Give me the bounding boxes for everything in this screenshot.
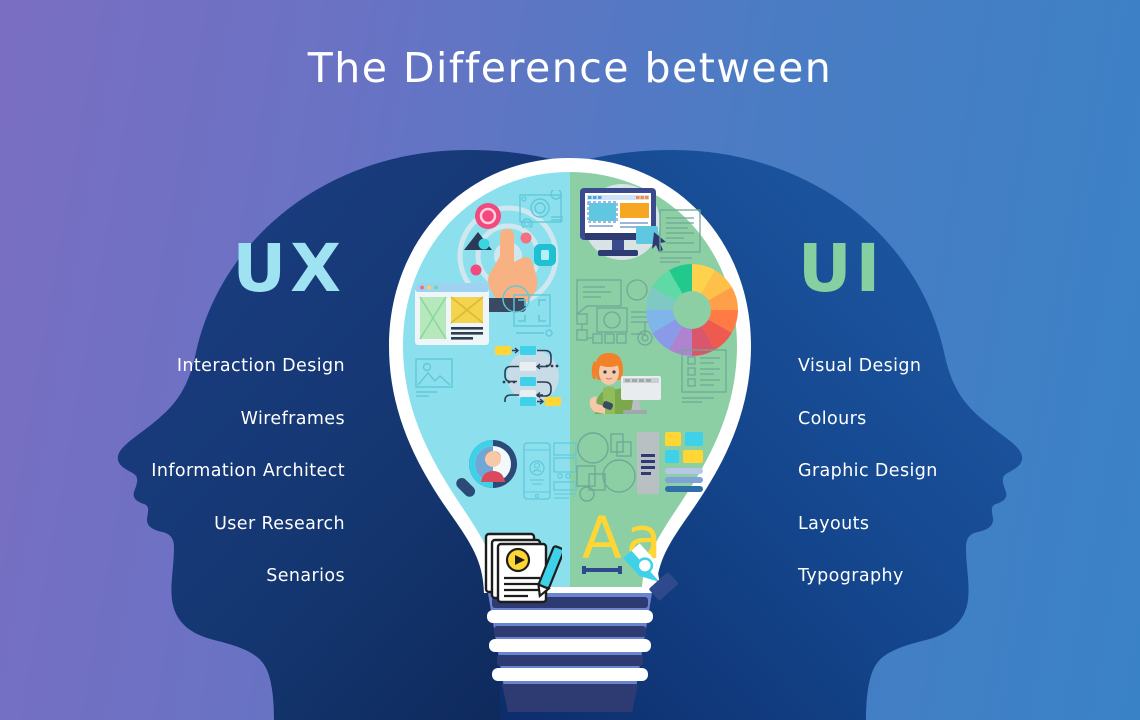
list-item: Visual Design	[798, 356, 922, 376]
list-item: Layouts	[798, 513, 870, 534]
list-item: Typography	[798, 566, 904, 586]
list-item: User Research	[214, 513, 345, 534]
list-item: Colours	[798, 408, 867, 429]
ui-components-icon	[576, 432, 703, 502]
image-placeholder-outline-icon	[415, 358, 453, 397]
list-item: Information Architect	[151, 461, 345, 481]
flowchart-icon	[495, 346, 561, 406]
ui-heading: UI	[798, 230, 885, 307]
list-item: Wireframes	[240, 408, 345, 429]
camera-outline-icon	[519, 190, 563, 228]
text-document-outline-icon	[659, 209, 701, 263]
ux-heading: UX	[232, 230, 345, 307]
browser-wireframe-icon	[415, 283, 489, 345]
magnifier-persona-icon	[456, 440, 517, 497]
crop-frame-outline-icon	[502, 285, 553, 337]
page-title: The Difference between	[307, 44, 833, 92]
checklist-outline-icon	[681, 349, 727, 403]
designer-at-computer-icon	[589, 353, 661, 414]
typography-pen-icon: A a	[582, 508, 678, 601]
ui-list: Visual Design Colours Graphic Design Lay…	[798, 356, 1098, 586]
ux-panel: UX Interaction Design Wireframes Informa…	[60, 236, 345, 621]
ux-list: Interaction Design Wireframes Informatio…	[60, 356, 345, 586]
bulb-icon-layer: A a	[370, 150, 770, 720]
lightbulb-illustration: A a	[370, 150, 770, 720]
svg-text:A: A	[582, 508, 622, 572]
ui-panel: UI Visual Design Colours Graphic Design …	[798, 236, 1098, 621]
list-item: Interaction Design	[176, 356, 345, 376]
scenario-documents-icon	[484, 532, 562, 604]
infographic-canvas: The Difference between UX Interaction De…	[0, 0, 1140, 720]
list-item: Senarios	[266, 566, 345, 586]
list-item: Graphic Design	[798, 461, 938, 481]
color-wheel-icon	[646, 264, 738, 356]
mobile-desktop-wireframe-outline-icon	[523, 442, 577, 500]
